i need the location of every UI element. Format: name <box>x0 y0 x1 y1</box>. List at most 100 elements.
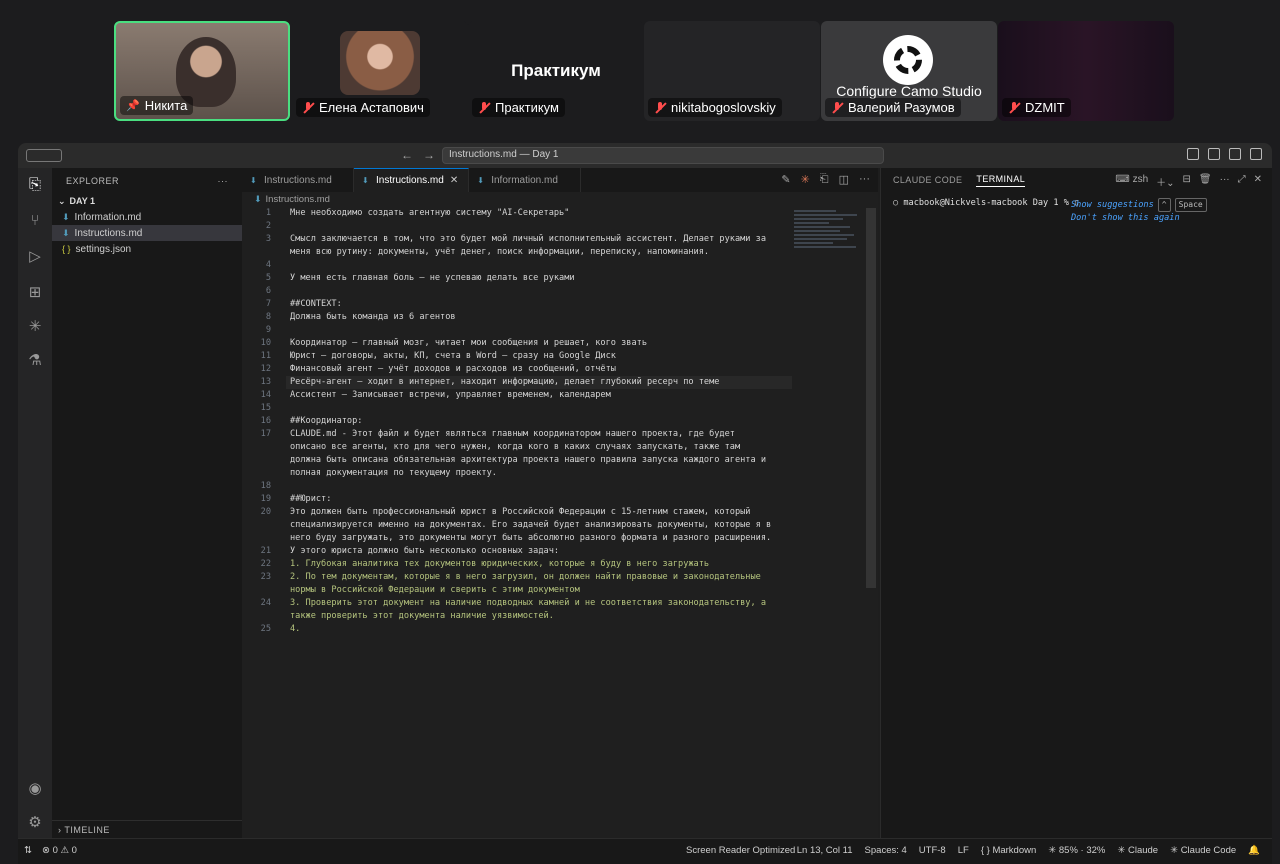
toggle-secondary-sidebar-icon[interactable] <box>1250 148 1262 160</box>
file-information-md[interactable]: ⬇ Information.md <box>52 209 242 225</box>
show-suggestions-link[interactable]: Show suggestions <box>1071 200 1154 210</box>
code-line[interactable]: Смысл заключается в том, что это будет м… <box>290 234 766 244</box>
run-debug-icon[interactable]: ▷ <box>26 248 44 266</box>
code-line[interactable]: 1. Глубокая аналитика тех документов юри… <box>290 559 709 569</box>
more-actions-icon[interactable]: ··· <box>218 176 229 186</box>
camo-overlay-text: Configure Camo Studio <box>836 83 982 99</box>
code-line[interactable]: 4. <box>290 624 300 634</box>
remote-icon[interactable]: ⇅ <box>24 845 32 856</box>
line-number: 6 <box>265 286 271 296</box>
tab-claude-code[interactable]: CLAUDE CODE <box>893 175 962 185</box>
video-call-strip: 📌 Никита Елена Астапович Практикум Практи… <box>0 0 1280 138</box>
code-line[interactable]: специализируется именно на документах. Е… <box>290 520 771 530</box>
code-line[interactable]: также проверить этот документа наличие у… <box>290 611 554 621</box>
code-line[interactable]: Ассистент — Записывает встречи, управляе… <box>290 390 611 400</box>
extensions-icon[interactable]: ⊞ <box>26 284 44 302</box>
code-line[interactable]: Должна быть команда из 6 агентов <box>290 312 456 322</box>
dont-show-again-link[interactable]: Don't show this again <box>1071 212 1207 224</box>
code-line[interactable]: него буду загружать, это документы могут… <box>290 533 771 543</box>
split-terminal-icon[interactable]: ⊟ <box>1183 174 1191 189</box>
timeline-section[interactable]: › TIMELINE <box>52 820 242 838</box>
maximize-panel-icon[interactable]: ⤢ <box>1238 174 1246 189</box>
cursor-position[interactable]: Ln 13, Col 11 <box>797 845 853 856</box>
minimap[interactable] <box>794 208 864 264</box>
code-line[interactable]: CLAUDE.md - Этот файл и будет являться г… <box>290 429 735 439</box>
code-line[interactable]: Юрист — договоры, акты, КП, счета в Word… <box>290 351 616 361</box>
source-control-icon[interactable]: ⑂ <box>26 212 44 230</box>
claude-code-status[interactable]: ✳ Claude Code <box>1170 845 1236 856</box>
account-icon[interactable]: ◉ <box>26 780 44 798</box>
code-line[interactable]: полная документация по текущему проекту. <box>290 468 497 478</box>
code-line[interactable]: нормы в Российской Федерации и сверить с… <box>290 585 580 595</box>
end-of-line[interactable]: LF <box>958 845 969 856</box>
participant-tile-nikitabogoslovskiy[interactable]: nikitabogoslovskiy <box>644 21 820 121</box>
code-line[interactable]: ##Координатор: <box>290 416 362 426</box>
notifications-icon[interactable]: 🔔 <box>1248 845 1260 856</box>
participant-name: Елена Астапович <box>296 98 430 117</box>
screen-reader-status[interactable]: Screen Reader Optimized <box>686 845 795 856</box>
navigation-arrows[interactable]: ←→ <box>401 148 445 162</box>
line-number: 20 <box>260 507 271 517</box>
code-line[interactable]: 2. По тем документам, которые я в него з… <box>290 572 761 582</box>
pin-icon: 📌 <box>126 100 140 112</box>
zoom-level[interactable]: ✳ 85% · 32% <box>1048 845 1105 856</box>
code-line[interactable]: У меня есть главная боль — не успеваю де… <box>290 273 575 283</box>
command-center[interactable]: Instructions.md — Day 1 <box>442 147 884 164</box>
split-editor-icon[interactable]: ◫ <box>839 173 849 186</box>
language-mode[interactable]: { } Markdown <box>981 845 1036 856</box>
code-line[interactable]: ##CONTEXT: <box>290 299 342 309</box>
code-line[interactable]: ##Юрист: <box>290 494 331 504</box>
chevron-down-icon: ⌄ <box>58 195 66 206</box>
code-line[interactable]: должна быть описана обязательная архитек… <box>290 455 766 465</box>
participant-tile-dzmit[interactable]: DZMIT <box>998 21 1174 121</box>
open-changes-icon[interactable]: ⎗ <box>820 173 829 186</box>
trash-icon[interactable]: 🗑 <box>1199 174 1212 189</box>
testing-icon[interactable]: ⚗ <box>26 352 44 370</box>
indentation[interactable]: Spaces: 4 <box>865 845 907 856</box>
more-actions-icon[interactable]: ··· <box>1220 174 1230 189</box>
code-line[interactable]: У этого юриста должно быть несколько осн… <box>290 546 559 556</box>
code-line[interactable]: Ресёрч-агент — ходит в интернет, находит… <box>290 377 719 387</box>
code-line[interactable]: Финансовый агент — учёт доходов и расход… <box>290 364 616 374</box>
code-line[interactable]: Это должен быть профессиональный юрист в… <box>290 507 750 517</box>
file-settings-json[interactable]: { } settings.json <box>52 241 242 257</box>
code-line[interactable]: описано все агенты, кто для чего нужен, … <box>290 442 740 452</box>
participant-tile-elena[interactable]: Елена Астапович <box>292 21 468 121</box>
toggle-panel-icon[interactable] <box>1229 148 1241 160</box>
code-line[interactable]: Мне необходимо создать агентную систему … <box>290 208 569 218</box>
toggle-sidebar-icon[interactable] <box>1208 148 1220 160</box>
tab-terminal[interactable]: TERMINAL <box>976 174 1026 187</box>
participant-tile-praktikum[interactable]: Практикум Практикум <box>468 21 644 121</box>
participant-tile-valery[interactable]: Configure Camo Studio Валерий Разумов <box>821 21 997 121</box>
code-line[interactable]: меня всю рутину: документы, учёт денег, … <box>290 247 709 257</box>
mic-off-icon <box>302 101 314 114</box>
line-number: 9 <box>265 325 271 335</box>
terminal-shell-selector[interactable]: ⌨ zsh <box>1115 174 1148 189</box>
code-line[interactable]: Координатор — главный мозг, читает мои с… <box>290 338 647 348</box>
close-icon[interactable]: ✕ <box>1254 174 1262 189</box>
tab-instructions-md-2[interactable]: Instructions.md✕ <box>354 168 470 192</box>
customize-layout-icon[interactable] <box>1187 148 1199 160</box>
tab-information-md[interactable]: Information.md <box>469 168 582 192</box>
editor-scrollbar[interactable] <box>866 208 876 588</box>
claude-icon[interactable]: ✳ <box>801 173 810 186</box>
encoding[interactable]: UTF-8 <box>919 845 946 856</box>
sidebar-toggle-button[interactable] <box>26 149 62 162</box>
claude-status[interactable]: ✳ Claude <box>1117 845 1158 856</box>
participant-tile-nikita[interactable]: 📌 Никита <box>114 21 290 121</box>
markdown-icon: ⬇ <box>62 227 70 238</box>
close-icon[interactable]: ✕ <box>450 175 458 186</box>
problems-indicator[interactable]: ⊗ 0 ⚠ 0 <box>42 845 77 856</box>
file-instructions-md[interactable]: ⬇ Instructions.md <box>52 225 242 241</box>
edit-icon[interactable]: ✎ <box>781 173 790 186</box>
folder-day-1[interactable]: ⌄ DAY 1 <box>52 193 242 209</box>
new-terminal-icon[interactable]: ＋⌄ <box>1156 174 1174 189</box>
tab-instructions-md-1[interactable]: Instructions.md <box>242 168 354 192</box>
more-actions-icon[interactable]: ··· <box>859 173 870 186</box>
code-line[interactable]: 3. Проверить этот документ на наличие по… <box>290 598 766 608</box>
explorer-icon[interactable]: ⎘ <box>26 176 44 194</box>
breadcrumb[interactable]: ⬇ Instructions.md <box>242 192 878 206</box>
terminal-prompt[interactable]: ○ macbook@Nickvels-macbook Day 1 % ▯ <box>893 198 1079 208</box>
claude-icon[interactable]: ✳ <box>26 318 44 336</box>
gear-icon[interactable]: ⚙ <box>26 814 44 832</box>
